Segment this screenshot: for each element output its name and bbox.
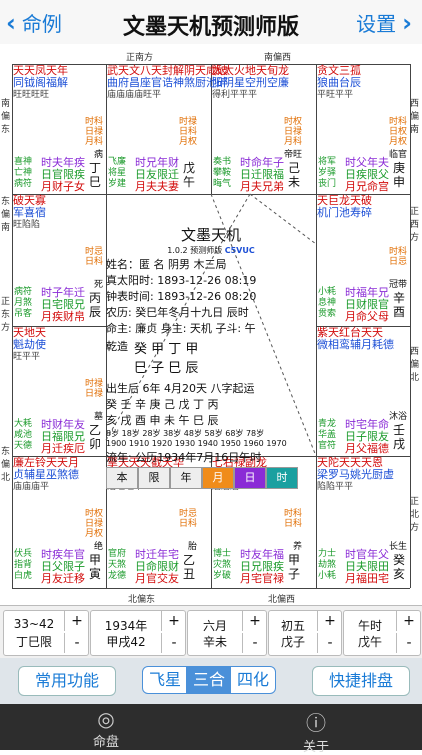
tab-bar: ◎ 命盘 ⓘ 关于: [0, 704, 422, 755]
chevron-right-icon: ›: [402, 9, 412, 37]
minus-button[interactable]: -: [161, 633, 186, 653]
plus-button[interactable]: +: [317, 611, 342, 631]
selector-year[interactable]: 1934年 甲戌42 + -: [90, 610, 186, 656]
navigation-bar: ‹ 命例 文墨天机预测师版 设置 ›: [0, 0, 422, 45]
info-icon: ⓘ: [306, 711, 326, 735]
selector-year-top: 1934年: [104, 619, 148, 633]
selector-hour[interactable]: 午时 戊午 + -: [343, 610, 421, 656]
minus-button[interactable]: -: [64, 633, 89, 653]
function-bar: 常用功能 飞星 三合 四化 快捷排盘: [0, 658, 422, 704]
plus-button[interactable]: +: [242, 611, 267, 631]
minus-button[interactable]: -: [242, 633, 267, 653]
flying-lines: [105, 193, 317, 457]
tab-about[interactable]: ⓘ 关于: [286, 707, 346, 755]
tab-mingpan-label: 命盘: [92, 735, 119, 750]
seg-feixing[interactable]: 飞星: [142, 666, 188, 694]
selector-day-bot: 戊子: [280, 635, 305, 649]
plus-button[interactable]: +: [396, 611, 421, 631]
plus-button[interactable]: +: [64, 611, 89, 631]
minus-button[interactable]: -: [317, 633, 342, 653]
selector-xian[interactable]: 33~42 丁巳限 + -: [3, 610, 89, 656]
tab-about-label: 关于: [302, 740, 329, 755]
seg-sanhe[interactable]: 三合: [186, 666, 232, 694]
common-functions-button[interactable]: 常用功能: [18, 666, 116, 696]
selector-hour-bot: 戊午: [357, 635, 382, 649]
ziwei-chart: 正南方 南偏西 北偏东 北偏西 南偏东 东偏南 正东方 东偏北 西偏南 正西方 …: [0, 44, 422, 605]
selector-month[interactable]: 六月 辛未 + -: [187, 610, 267, 656]
minus-button[interactable]: -: [396, 633, 421, 653]
time-selector-bar: 33~42 丁巳限 + - 1934年 甲戌42 + - 六月 辛未 + - 初…: [0, 605, 422, 658]
seg-sihua[interactable]: 四化: [230, 666, 276, 694]
selector-day[interactable]: 初五 戊子 + -: [268, 610, 342, 656]
disc-icon: ◎: [97, 707, 115, 731]
selector-xian-bot: 丁巳限: [15, 635, 52, 649]
selector-hour-top: 午时: [357, 619, 382, 633]
settings-button[interactable]: 设置 ›: [356, 8, 412, 37]
settings-label: 设置: [356, 12, 397, 36]
selector-month-bot: 辛未: [202, 635, 227, 649]
selector-xian-top: 33~42: [13, 617, 55, 631]
selector-year-bot: 甲戌42: [106, 635, 146, 649]
tab-mingpan[interactable]: ◎ 命盘: [76, 707, 136, 750]
selector-month-top: 六月: [202, 619, 227, 633]
plus-button[interactable]: +: [161, 611, 186, 631]
selector-day-top: 初五: [280, 619, 305, 633]
quick-chart-button[interactable]: 快捷排盘: [312, 666, 410, 696]
